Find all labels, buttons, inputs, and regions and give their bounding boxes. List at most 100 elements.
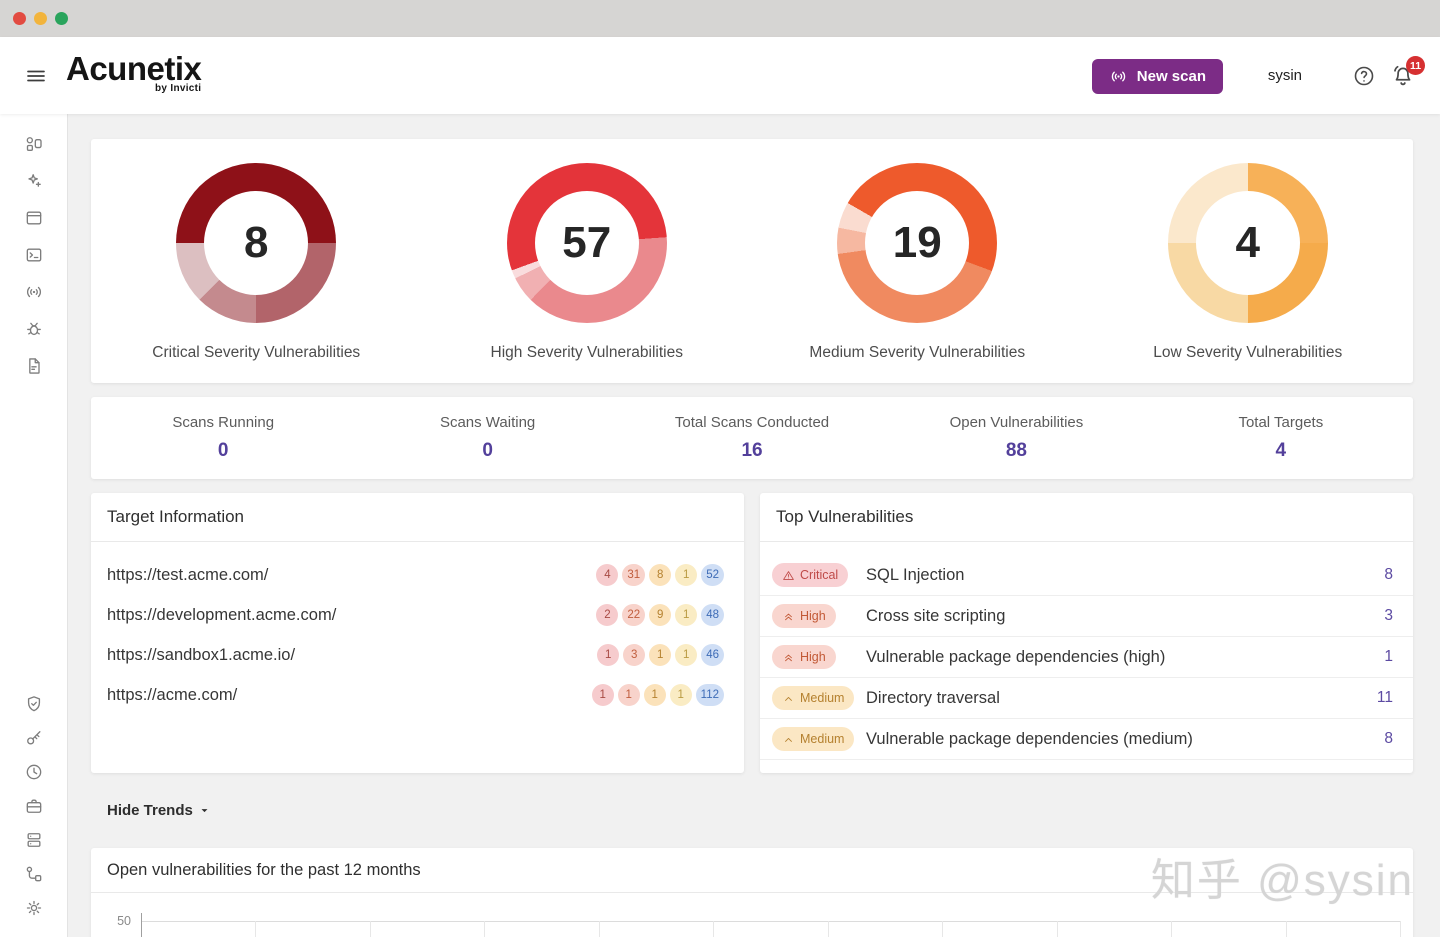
target-row[interactable]: https://test.acme.com/4318152 bbox=[91, 555, 744, 595]
donut-chart[interactable]: 19 bbox=[837, 163, 997, 323]
count-badge-info[interactable]: 48 bbox=[701, 604, 724, 626]
gridline-vertical bbox=[1057, 921, 1058, 937]
vulnerability-name[interactable]: Vulnerable package dependencies (high) bbox=[866, 648, 1384, 667]
vulnerability-row[interactable]: High Vulnerable package dependencies (hig… bbox=[760, 637, 1413, 678]
target-url[interactable]: https://test.acme.com/ bbox=[107, 566, 596, 585]
hamburger-icon bbox=[22, 64, 54, 88]
target-url[interactable]: https://development.acme.com/ bbox=[107, 606, 596, 625]
count-badge-info[interactable]: 46 bbox=[701, 644, 724, 666]
donut-chart[interactable]: 4 bbox=[1168, 163, 1328, 323]
stat-value[interactable]: 0 bbox=[355, 440, 619, 462]
donut-chart[interactable]: 57 bbox=[507, 163, 667, 323]
count-badge-high[interactable]: 22 bbox=[622, 604, 645, 626]
notifications-bell-icon[interactable]: 11 bbox=[1390, 63, 1416, 89]
sidebar-item-scans[interactable] bbox=[15, 244, 53, 266]
vulnerability-name[interactable]: Directory traversal bbox=[866, 689, 1377, 708]
vulnerability-count[interactable]: 11 bbox=[1377, 689, 1393, 707]
sidebar-item-reports[interactable] bbox=[15, 355, 53, 377]
new-scan-button[interactable]: New scan bbox=[1092, 59, 1223, 94]
target-information-title: Target Information bbox=[107, 507, 244, 527]
donut-chart[interactable]: 8 bbox=[176, 163, 336, 323]
stat-value[interactable]: 4 bbox=[1149, 440, 1413, 462]
vulnerability-count[interactable]: 3 bbox=[1384, 607, 1393, 625]
count-badge-critical[interactable]: 1 bbox=[597, 644, 619, 666]
vulnerability-name[interactable]: Vulnerable package dependencies (medium) bbox=[866, 730, 1384, 749]
target-information-card: Target Information https://test.acme.com… bbox=[91, 493, 744, 773]
sidebar-item-settings[interactable] bbox=[15, 897, 53, 919]
count-badge-low[interactable]: 1 bbox=[675, 564, 697, 586]
sidebar-item-integrations[interactable] bbox=[15, 863, 53, 885]
vulnerability-row[interactable]: High Cross site scripting3 bbox=[760, 596, 1413, 637]
severity-pill-medium: Medium bbox=[772, 727, 854, 751]
sidebar bbox=[0, 114, 68, 937]
target-row[interactable]: https://sandbox1.acme.io/131146 bbox=[91, 635, 744, 675]
count-badge-low[interactable]: 1 bbox=[675, 644, 697, 666]
severity-donut-1: 57High Severity Vulnerabilities bbox=[422, 163, 753, 383]
sidebar-item-credentials[interactable] bbox=[15, 727, 53, 749]
stat-value[interactable]: 0 bbox=[91, 440, 355, 462]
sidebar-item-vulnerabilities[interactable] bbox=[15, 318, 53, 340]
vulnerability-count[interactable]: 8 bbox=[1384, 730, 1393, 748]
count-badge-low[interactable]: 1 bbox=[675, 604, 697, 626]
sidebar-top bbox=[0, 114, 67, 377]
gridline-vertical bbox=[1286, 921, 1287, 937]
target-row[interactable]: https://acme.com/1111112 bbox=[91, 675, 744, 715]
count-badge-medium[interactable]: 1 bbox=[644, 684, 666, 706]
vulnerability-count[interactable]: 8 bbox=[1384, 566, 1393, 584]
minimize-window-button[interactable] bbox=[34, 12, 47, 25]
count-badge-high[interactable]: 31 bbox=[622, 564, 645, 586]
severity-pill-label: Critical bbox=[800, 568, 838, 582]
menu-toggle-button[interactable] bbox=[22, 62, 54, 90]
y-axis-tick-label: 50 bbox=[107, 914, 131, 928]
count-badge-info[interactable]: 52 bbox=[701, 564, 724, 586]
vulnerability-row[interactable]: Critical SQL Injection8 bbox=[760, 555, 1413, 596]
hide-trends-toggle[interactable]: Hide Trends bbox=[107, 802, 211, 819]
target-row[interactable]: https://development.acme.com/2229148 bbox=[91, 595, 744, 635]
count-badge-critical[interactable]: 1 bbox=[592, 684, 614, 706]
terminal-icon bbox=[24, 245, 44, 265]
target-url[interactable]: https://sandbox1.acme.io/ bbox=[107, 646, 597, 665]
severity-pill-medium: Medium bbox=[772, 686, 854, 710]
chevron-down-icon bbox=[198, 804, 211, 817]
sidebar-item-targets[interactable] bbox=[15, 207, 53, 229]
count-badge-medium[interactable]: 9 bbox=[649, 604, 671, 626]
target-url[interactable]: https://acme.com/ bbox=[107, 686, 592, 705]
donut-label: Critical Severity Vulnerabilities bbox=[152, 344, 360, 362]
severity-pill-cell: Medium bbox=[772, 727, 852, 751]
sidebar-item-schedule[interactable] bbox=[15, 761, 53, 783]
window-controls bbox=[13, 12, 68, 25]
sidebar-item-discovery[interactable] bbox=[15, 170, 53, 192]
count-badge-critical[interactable]: 4 bbox=[596, 564, 618, 586]
severity-pill-high: High bbox=[772, 604, 836, 628]
count-badge-medium[interactable]: 8 bbox=[649, 564, 671, 586]
vulnerability-name[interactable]: SQL Injection bbox=[866, 566, 1384, 585]
target-badges: 1111112 bbox=[592, 684, 724, 706]
stat-label: Open Vulnerabilities bbox=[884, 414, 1148, 431]
user-menu[interactable]: sysin bbox=[1268, 67, 1302, 84]
stat-value[interactable]: 88 bbox=[884, 440, 1148, 462]
vulnerability-row[interactable]: Medium Vulnerable package dependencies (m… bbox=[760, 719, 1413, 760]
vulnerability-row[interactable]: Medium Directory traversal11 bbox=[760, 678, 1413, 719]
chevron-up-icon bbox=[782, 733, 795, 746]
count-badge-critical[interactable]: 2 bbox=[596, 604, 618, 626]
sidebar-item-agents[interactable] bbox=[15, 829, 53, 851]
sidebar-item-archive[interactable] bbox=[15, 795, 53, 817]
severity-pill-label: High bbox=[800, 609, 826, 623]
zoom-window-button[interactable] bbox=[55, 12, 68, 25]
count-badge-low[interactable]: 1 bbox=[670, 684, 692, 706]
severity-pill-label: High bbox=[800, 650, 826, 664]
count-badge-medium[interactable]: 1 bbox=[649, 644, 671, 666]
count-badge-info[interactable]: 112 bbox=[696, 684, 724, 706]
help-icon[interactable] bbox=[1352, 64, 1376, 88]
sidebar-item-scan-activity[interactable] bbox=[15, 281, 53, 303]
count-badge-high[interactable]: 1 bbox=[618, 684, 640, 706]
stat-label: Scans Waiting bbox=[355, 414, 619, 431]
vulnerability-count[interactable]: 1 bbox=[1384, 648, 1393, 666]
sidebar-item-dashboard[interactable] bbox=[15, 133, 53, 155]
stat-value[interactable]: 16 bbox=[620, 440, 884, 462]
vulnerability-name[interactable]: Cross site scripting bbox=[866, 607, 1384, 626]
target-badges: 4318152 bbox=[596, 564, 724, 586]
close-window-button[interactable] bbox=[13, 12, 26, 25]
count-badge-high[interactable]: 3 bbox=[623, 644, 645, 666]
sidebar-item-security[interactable] bbox=[15, 693, 53, 715]
